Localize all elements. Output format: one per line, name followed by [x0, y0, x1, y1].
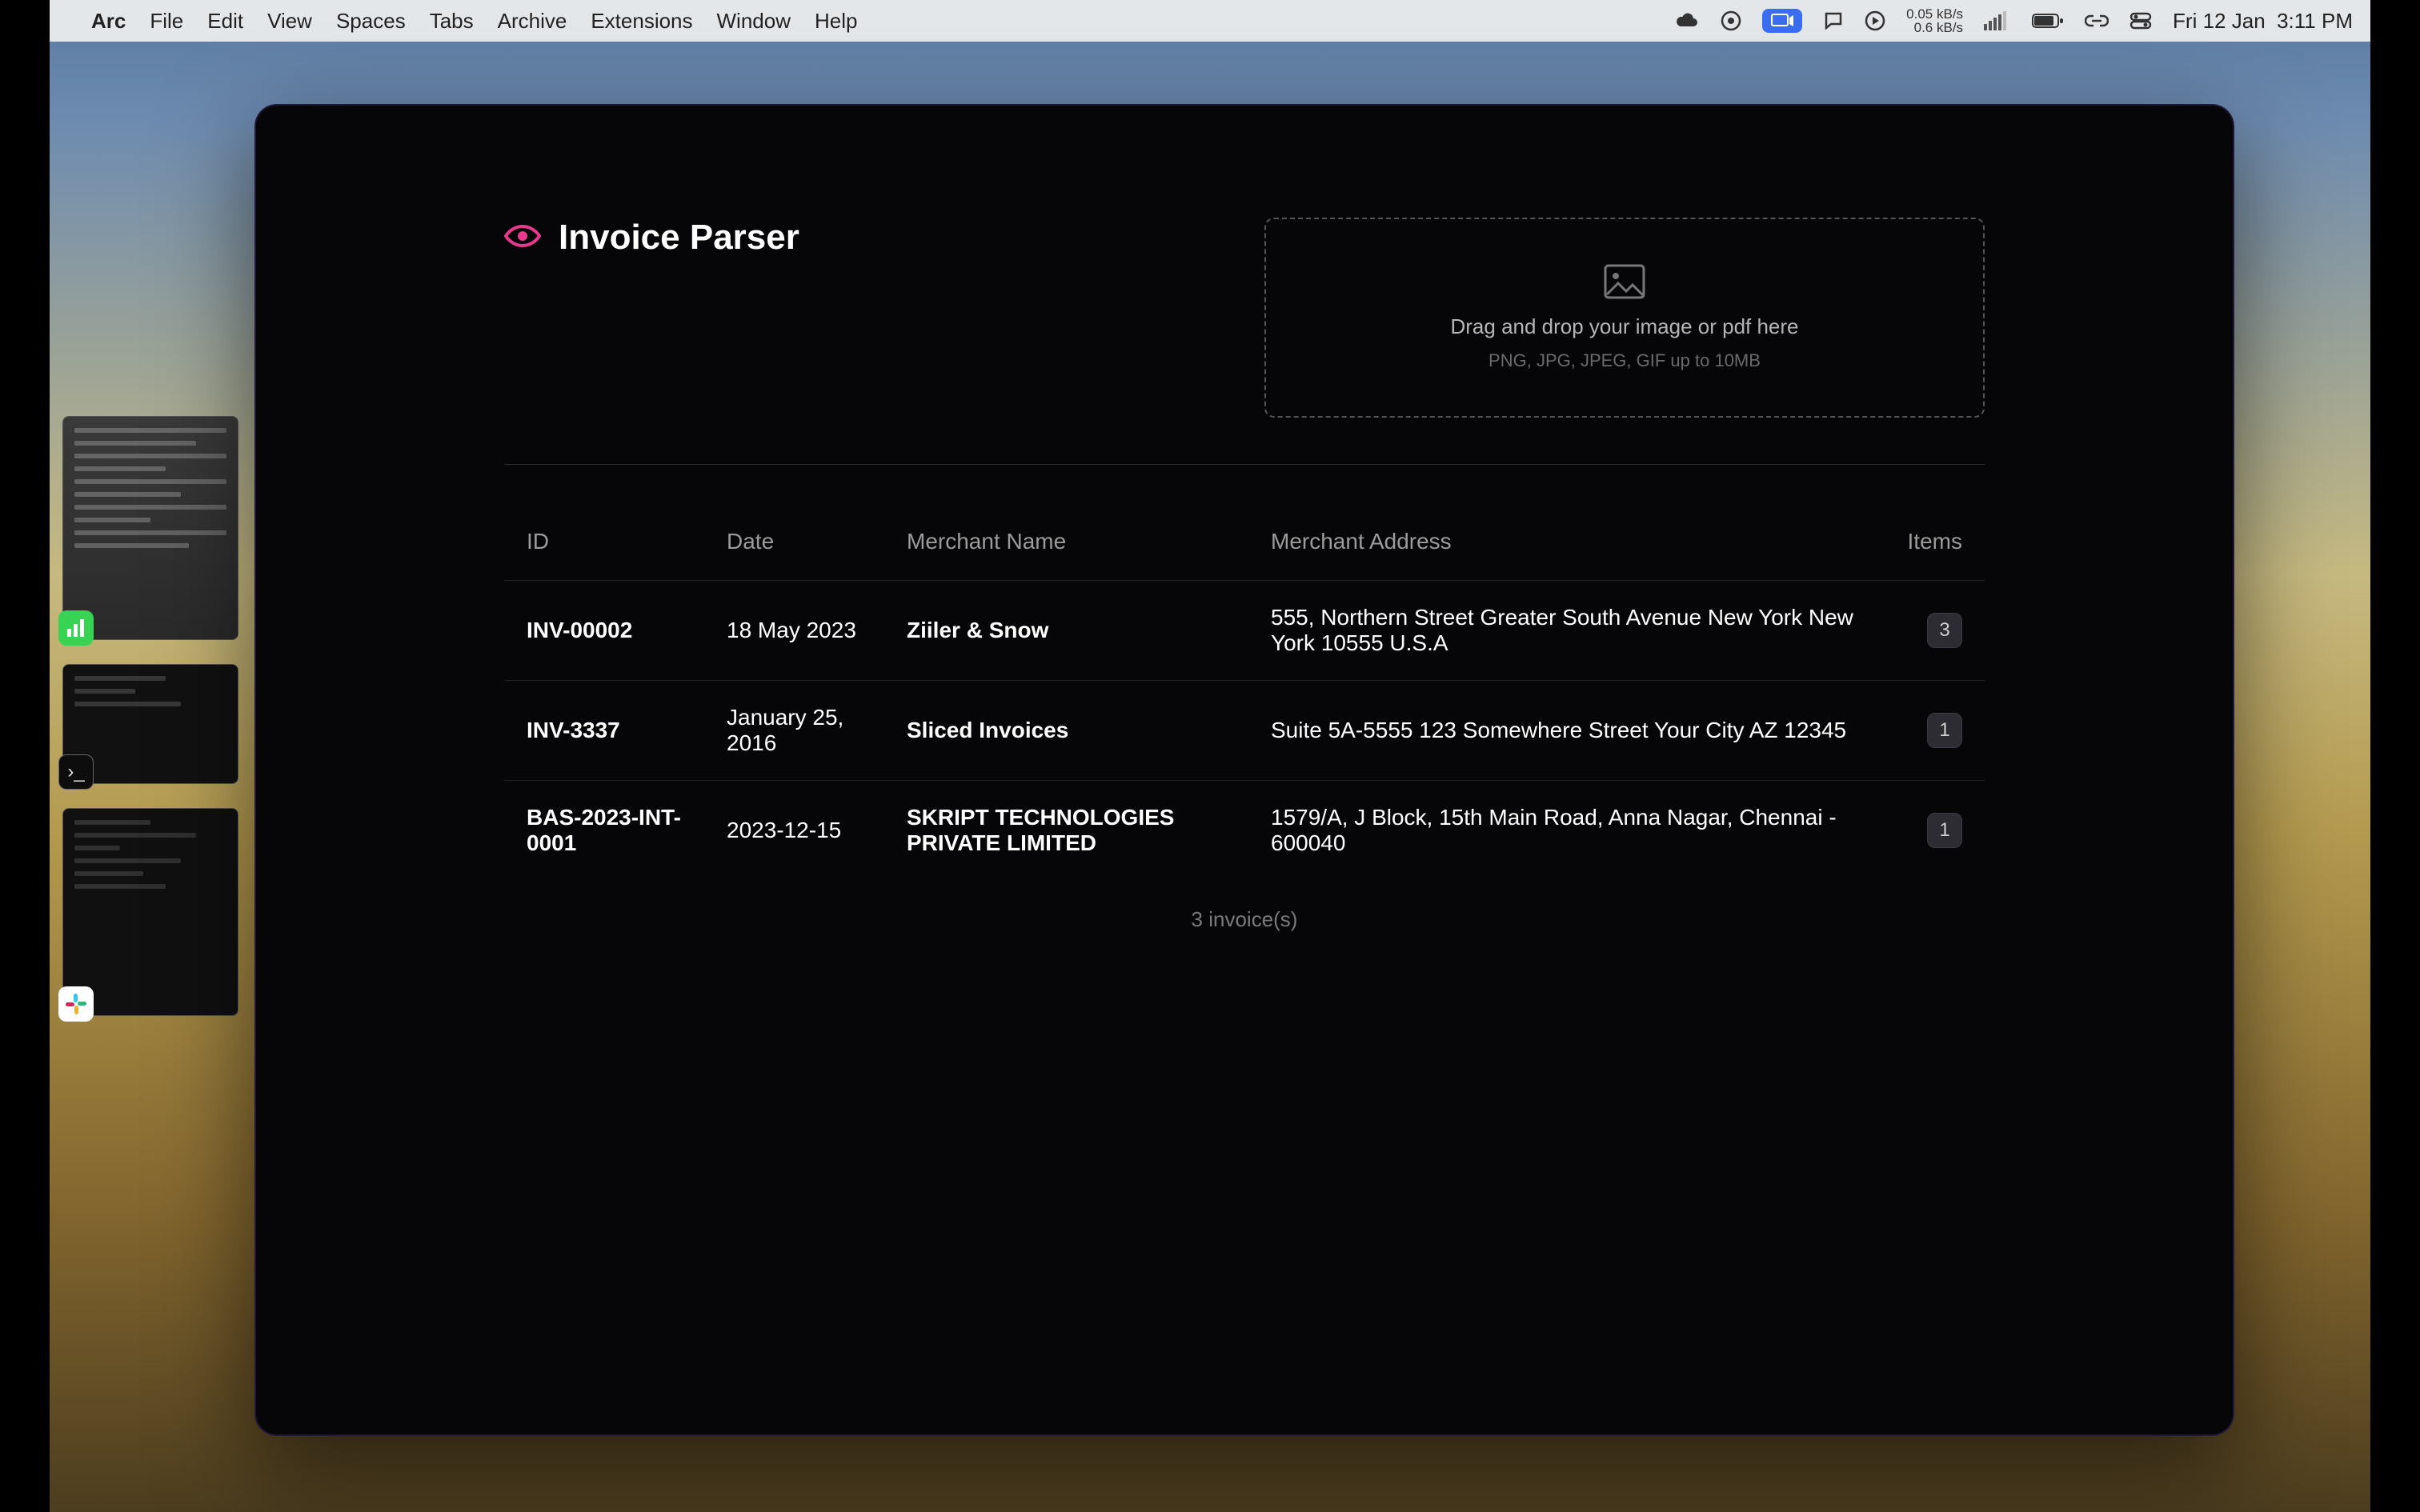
invoices-table: ID Date Merchant Name Merchant Address I…	[504, 514, 1985, 880]
browser-window: Invoice Parser Drag and drop your image …	[254, 104, 2234, 1436]
background-window-terminal-1[interactable]: ›_	[62, 664, 238, 784]
play-circle-icon[interactable]	[1865, 10, 1885, 31]
letterbox-left	[0, 0, 50, 1512]
eye-logo-icon	[504, 223, 541, 253]
terminal-app-icon[interactable]: ›_	[58, 754, 94, 790]
cell-id: INV-00002	[504, 581, 704, 681]
background-window-terminal-2[interactable]	[62, 808, 238, 1016]
cell-items: 1	[1885, 781, 1985, 881]
table-row[interactable]: INV-3337 January 25, 2016 Sliced Invoice…	[504, 681, 1985, 781]
menu-archive[interactable]: Archive	[498, 9, 567, 34]
menu-file[interactable]: File	[150, 9, 183, 34]
col-header-date: Date	[704, 514, 884, 581]
items-badge: 3	[1927, 613, 1962, 648]
col-header-id: ID	[504, 514, 704, 581]
table-header-row: ID Date Merchant Name Merchant Address I…	[504, 514, 1985, 581]
col-header-addr: Merchant Address	[1248, 514, 1885, 581]
screen-recording-indicator[interactable]	[1762, 9, 1802, 33]
items-badge: 1	[1927, 813, 1962, 848]
cell-items: 3	[1885, 581, 1985, 681]
menu-edit[interactable]: Edit	[207, 9, 243, 34]
speech-bubble-icon[interactable]	[1823, 10, 1844, 31]
net-bars-icon[interactable]	[1984, 11, 2011, 30]
cell-name: SKRIPT TECHNOLOGIES PRIVATE LIMITED	[884, 781, 1248, 881]
network-stats[interactable]: 0.05 kB/s 0.6 kB/s	[1906, 7, 1963, 34]
desktop-window-stack: ›_	[62, 416, 238, 1040]
cell-date: January 25, 2016	[704, 681, 884, 781]
cell-addr: 1579/A, J Block, 15th Main Road, Anna Na…	[1248, 781, 1885, 881]
control-center-icon[interactable]	[2130, 12, 2152, 30]
menu-spaces[interactable]: Spaces	[336, 9, 406, 34]
page-title: Invoice Parser	[559, 218, 799, 258]
cell-id: INV-3337	[504, 681, 704, 781]
letterbox-right	[2370, 0, 2420, 1512]
app-brand: Invoice Parser	[504, 218, 799, 258]
menu-help[interactable]: Help	[815, 9, 857, 34]
dropzone-primary-text: Drag and drop your image or pdf here	[1450, 314, 1798, 339]
numbers-app-icon[interactable]	[58, 610, 94, 646]
invoice-count-footer: 3 invoice(s)	[504, 907, 1985, 932]
dropzone-secondary-text: PNG, JPG, JPEG, GIF up to 10MB	[1488, 350, 1761, 371]
net-down-label: 0.6 kB/s	[1906, 21, 1963, 34]
menu-window[interactable]: Window	[717, 9, 791, 34]
battery-icon[interactable]	[2032, 13, 2064, 29]
table-row[interactable]: INV-00002 18 May 2023 Ziiler & Snow 555,…	[504, 581, 1985, 681]
cell-id: BAS-2023-INT-0001	[504, 781, 704, 881]
cell-name: Sliced Invoices	[884, 681, 1248, 781]
background-window-finder[interactable]	[62, 416, 238, 640]
cell-items: 1	[1885, 681, 1985, 781]
link-icon[interactable]	[2085, 13, 2109, 29]
cell-date: 18 May 2023	[704, 581, 884, 681]
cell-addr: Suite 5A-5555 123 Somewhere Street Your …	[1248, 681, 1885, 781]
header-divider	[504, 464, 1985, 465]
menu-view[interactable]: View	[267, 9, 312, 34]
items-badge: 1	[1927, 713, 1962, 748]
cell-addr: 555, Northern Street Greater South Avenu…	[1248, 581, 1885, 681]
menubar-clock[interactable]: Fri 12 Jan 3:11 PM	[2173, 9, 2353, 34]
upload-dropzone[interactable]: Drag and drop your image or pdf here PNG…	[1264, 218, 1985, 418]
menu-extensions[interactable]: Extensions	[591, 9, 692, 34]
menu-tabs[interactable]: Tabs	[430, 9, 474, 34]
col-header-name: Merchant Name	[884, 514, 1248, 581]
table-row[interactable]: BAS-2023-INT-0001 2023-12-15 SKRIPT TECH…	[504, 781, 1985, 881]
cell-date: 2023-12-15	[704, 781, 884, 881]
image-placeholder-icon	[1604, 264, 1645, 303]
cell-name: Ziiler & Snow	[884, 581, 1248, 681]
slack-app-icon[interactable]	[58, 986, 94, 1022]
macos-menubar: Arc File Edit View Spaces Tabs Archive E…	[50, 0, 2370, 42]
col-header-items: Items	[1885, 514, 1985, 581]
record-circle-icon[interactable]	[1721, 10, 1741, 31]
cloud-icon[interactable]	[1676, 12, 1700, 30]
app-menu[interactable]: Arc	[91, 9, 126, 34]
net-up-label: 0.05 kB/s	[1906, 7, 1963, 21]
